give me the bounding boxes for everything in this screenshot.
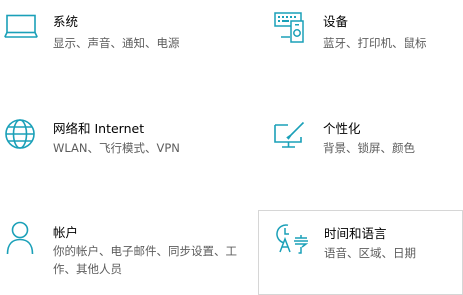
monitor-icon [4,14,38,38]
settings-tile-accounts[interactable]: 帐户 你的帐户、电子邮件、同步设置、工作、其他人员 [0,210,258,295]
tile-description: 语音、区域、日期 [324,246,416,260]
paint-icon [274,121,305,148]
tile-title: 帐户 [53,225,79,240]
tile-description: 你的帐户、电子邮件、同步设置、工作、其他人员 [53,244,237,276]
settings-tile-personalization[interactable]: 个性化 背景、锁屏、颜色 [258,104,463,199]
tile-description: 显示、声音、通知、电源 [53,36,180,50]
settings-tile-network[interactable]: 网络和 Internet WLAN、飞行模式、VPN [0,104,258,199]
time-language-icon [276,224,309,254]
devices-icon [274,12,304,43]
globe-icon [5,119,35,149]
settings-tile-time-language[interactable]: 时间和语言 语音、区域、日期 [258,210,463,295]
tile-description: 背景、锁屏、颜色 [323,141,415,155]
settings-grid: 系统 显示、声音、通知、电源 设备 蓝牙、打印机、鼠标 网络和 Internet… [0,0,463,295]
tile-title: 个性化 [323,121,361,136]
tile-title: 时间和语言 [324,226,387,241]
tile-description: WLAN、飞行模式、VPN [53,141,180,155]
settings-tile-system[interactable]: 系统 显示、声音、通知、电源 [0,0,258,95]
tile-title: 设备 [323,14,349,29]
tile-title: 网络和 Internet [53,121,145,136]
settings-tile-devices[interactable]: 设备 蓝牙、打印机、鼠标 [258,0,463,95]
person-icon [6,221,34,255]
tile-description: 蓝牙、打印机、鼠标 [323,36,427,50]
tile-title: 系统 [53,14,79,29]
